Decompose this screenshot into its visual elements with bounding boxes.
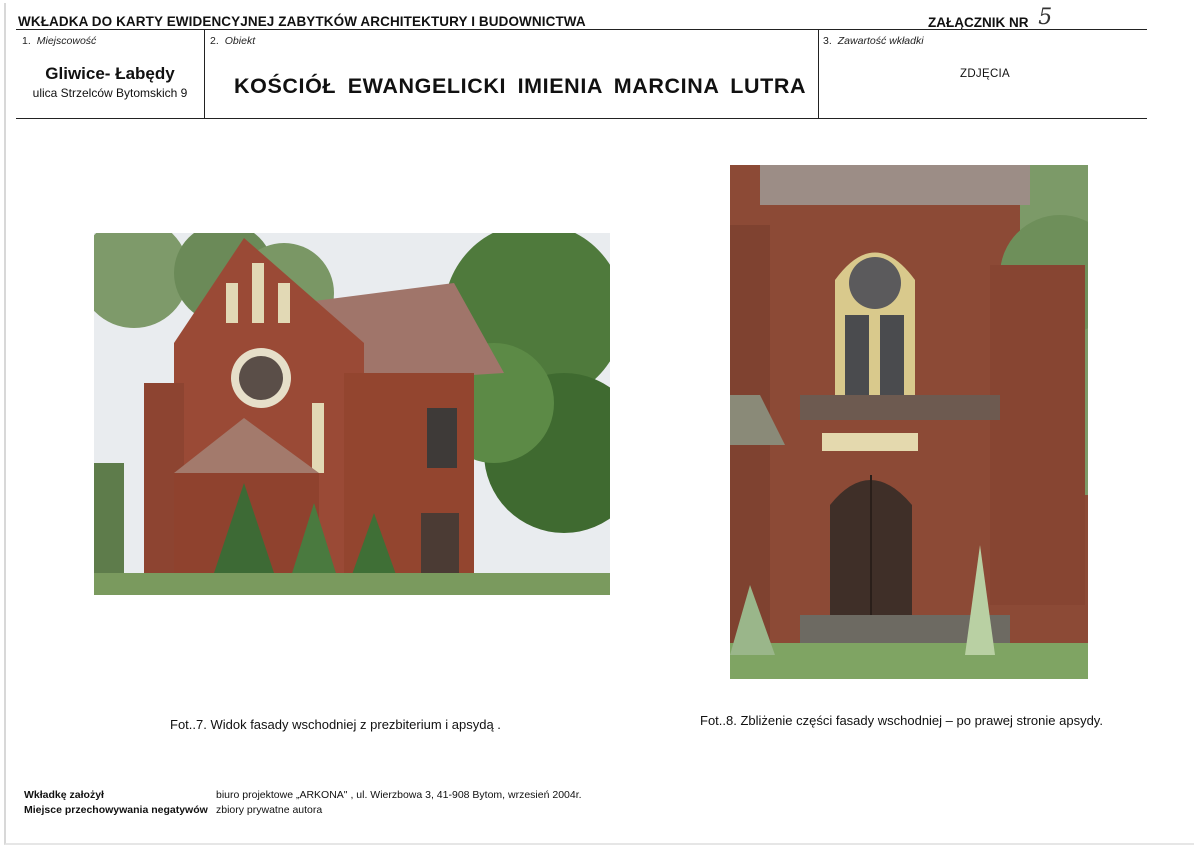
- photo-7-caption: Fot..7. Widok fasady wschodniej z prezbi…: [170, 717, 501, 732]
- negatives-storage-label: Miejsce przechowywania negatywów: [24, 804, 208, 816]
- photo-church-facade-closeup: [730, 165, 1088, 679]
- contents-value: ZDJĘCIA: [960, 68, 1011, 80]
- cell-divider-2: [818, 29, 819, 119]
- locality-label: 1. Miejscowość: [22, 35, 97, 47]
- attachment-number-handwritten: 5: [1038, 5, 1053, 30]
- photo-8-caption: Fot..8. Zbliżenie części fasady wschodni…: [700, 713, 1103, 728]
- street-value: ulica Strzelców Bytomskich 9: [32, 86, 188, 100]
- attachment-label: ZAŁĄCZNIK NR: [928, 15, 1029, 30]
- created-by-label: Wkładkę założył: [24, 789, 104, 801]
- cell-divider-1: [204, 29, 205, 119]
- contents-label: 3. Zawartość wkładki: [823, 35, 924, 47]
- object-label: 2. Obiekt: [210, 35, 256, 47]
- locality-value: Gliwice- Łabędy: [45, 64, 175, 83]
- created-by-value: biuro projektowe „ARKONA" , ul. Wierzbow…: [216, 789, 582, 801]
- header-bottom-rule: [16, 118, 1147, 119]
- object-name: KOŚCIÓŁ EWANGELICKI IMIENIA MARCINA LUTR…: [234, 74, 807, 98]
- photo-church-east-facade: [94, 233, 610, 595]
- header-top-rule: [16, 29, 1147, 30]
- document-title: WKŁADKA DO KARTY EWIDENCYJNEJ ZABYTKÓW A…: [18, 14, 586, 29]
- negatives-storage-value: zbiory prywatne autora: [216, 804, 323, 816]
